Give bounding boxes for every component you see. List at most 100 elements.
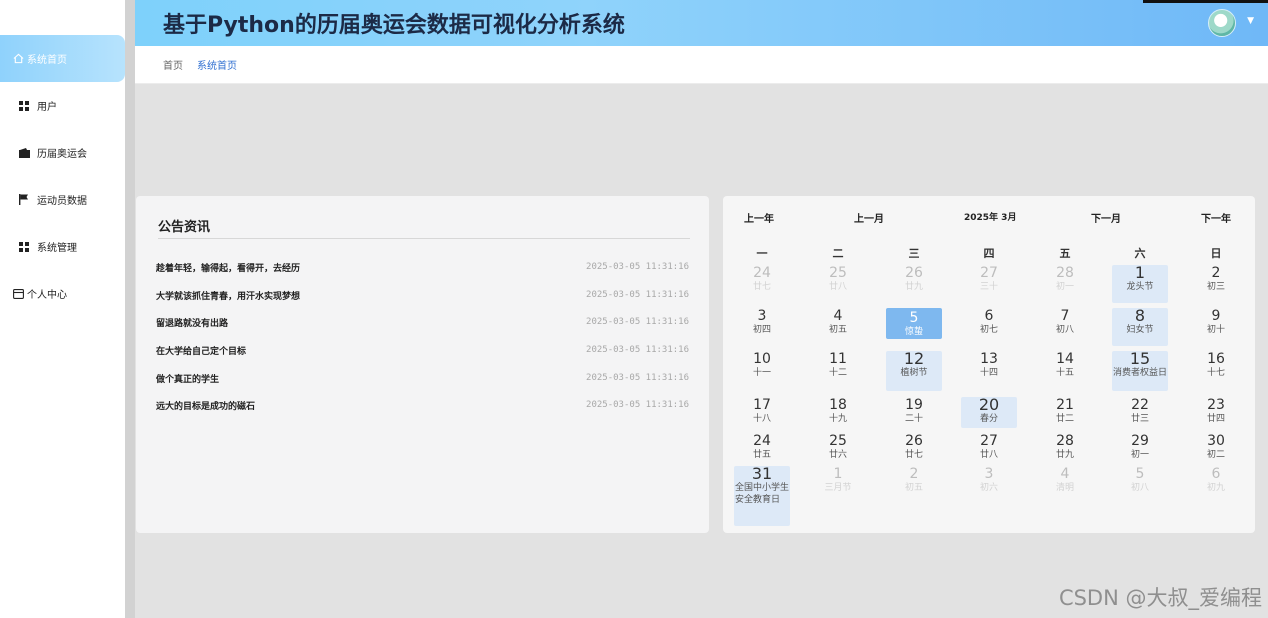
calendar-day[interactable]: 9 初十 xyxy=(1188,308,1244,338)
calendar-day[interactable]: 3 初六 xyxy=(961,466,1017,496)
calendar-day-number: 26 xyxy=(905,433,923,449)
calendar-day-lunar: 廿四 xyxy=(1206,414,1225,424)
calendar-day[interactable]: 20 春分 xyxy=(961,397,1017,428)
calendar-day-lunar: 消费者权益日 xyxy=(1113,368,1168,378)
notice-item[interactable]: 做个真正的学生 2025-03-05 11:31:16 xyxy=(156,368,689,388)
calendar-weekday: 日 xyxy=(1210,247,1222,260)
calendar-day[interactable]: 2 初五 xyxy=(886,466,942,496)
calendar-day[interactable]: 15 消费者权益日 xyxy=(1112,351,1168,391)
calendar-day[interactable]: 24 廿五 xyxy=(734,433,790,463)
breadcrumb-home[interactable]: 首页 xyxy=(163,57,183,72)
watermark: CSDN @大叔_爱编程 xyxy=(1058,586,1262,610)
calendar-day[interactable]: 27 廿八 xyxy=(961,433,1017,463)
calendar-day[interactable]: 6 初七 xyxy=(961,308,1017,338)
calendar-day[interactable]: 5 惊蛰 xyxy=(886,308,942,339)
calendar-day[interactable]: 6 初九 xyxy=(1188,466,1244,496)
calendar-day[interactable]: 4 清明 xyxy=(1037,466,1093,496)
calendar-day[interactable]: 17 十八 xyxy=(734,397,790,427)
calendar-day-lunar: 初六 xyxy=(979,483,998,493)
calendar-weekday: 六 xyxy=(1134,247,1146,260)
calendar-day[interactable]: 21 廿二 xyxy=(1037,397,1093,427)
calendar-day[interactable]: 25 廿六 xyxy=(810,433,866,463)
notice-item[interactable]: 远大的目标是成功的磁石 2025-03-05 11:31:16 xyxy=(156,395,689,415)
calendar-day-lunar: 廿八 xyxy=(979,450,998,460)
calendar-day-number: 13 xyxy=(980,351,998,367)
calendar-day-lunar: 初五 xyxy=(828,325,847,335)
calendar-day[interactable]: 26 廿九 xyxy=(886,265,942,295)
notice-item[interactable]: 在大学给自己定个目标 2025-03-05 11:31:16 xyxy=(156,340,689,360)
calendar-day[interactable]: 11 十二 xyxy=(810,351,866,381)
notice-item[interactable]: 留退路就没有出路 2025-03-05 11:31:16 xyxy=(156,312,689,332)
avatar[interactable] xyxy=(1208,9,1236,37)
calendar-day[interactable]: 16 十七 xyxy=(1188,351,1244,381)
calendar-day-number: 25 xyxy=(829,433,847,449)
calendar-day-number: 8 xyxy=(1134,306,1146,325)
calendar-day-lunar: 十一 xyxy=(752,368,771,378)
sidebar-item-athletes[interactable]: 运动员数据 xyxy=(0,176,125,223)
chevron-down-icon[interactable]: ▼ xyxy=(1247,16,1254,26)
notice-item-title: 大学就该抓住青春，用汗水实现梦想 xyxy=(156,291,301,302)
calendar-day[interactable]: 28 廿九 xyxy=(1037,433,1093,463)
calendar-day[interactable]: 22 廿三 xyxy=(1112,397,1168,427)
grid-icon xyxy=(18,100,30,112)
sidebar-item-profile[interactable]: 个人中心 xyxy=(0,270,125,317)
notice-item-date: 2025-03-05 11:31:16 xyxy=(586,345,689,355)
calendar-day-lunar: 廿二 xyxy=(1055,414,1074,424)
sidebar-item-label: 运动员数据 xyxy=(37,196,87,207)
calendar-day-number: 18 xyxy=(829,397,847,413)
calendar-day[interactable]: 27 三十 xyxy=(961,265,1017,295)
notice-item-title: 在大学给自己定个目标 xyxy=(156,346,247,357)
calendar-day-number: 28 xyxy=(1056,265,1074,281)
calendar-day[interactable]: 29 初一 xyxy=(1112,433,1168,463)
calendar-day[interactable]: 12 植树节 xyxy=(886,351,942,391)
calendar-day[interactable]: 30 初二 xyxy=(1188,433,1244,463)
next-month-button[interactable]: 下一月 xyxy=(1091,210,1121,225)
calendar-day[interactable]: 1 三月节 xyxy=(810,466,866,496)
calendar-day-lunar: 春分 xyxy=(979,414,998,424)
sidebar-item-home[interactable]: 系统首页 xyxy=(0,35,125,82)
calendar-day[interactable]: 3 初四 xyxy=(734,308,790,338)
calendar-day[interactable]: 19 二十 xyxy=(886,397,942,427)
calendar-day[interactable]: 18 十九 xyxy=(810,397,866,427)
calendar-day[interactable]: 28 初一 xyxy=(1037,265,1093,295)
calendar-day-lunar: 初一 xyxy=(1055,282,1074,292)
notice-item[interactable]: 大学就该抓住青春，用汗水实现梦想 2025-03-05 11:31:16 xyxy=(156,285,689,305)
calendar-day-number: 3 xyxy=(757,308,767,324)
calendar-day-lunar: 惊蛰 xyxy=(904,327,923,337)
calendar-day-lunar: 龙头节 xyxy=(1126,282,1154,292)
calendar-day-number: 1 xyxy=(1134,263,1146,282)
calendar-day[interactable]: 8 妇女节 xyxy=(1112,308,1168,346)
next-year-button[interactable]: 下一年 xyxy=(1201,210,1231,225)
calendar-day[interactable]: 13 十四 xyxy=(961,351,1017,381)
calendar-day[interactable]: 1 龙头节 xyxy=(1112,265,1168,303)
calendar-day-lunar: 廿六 xyxy=(828,450,847,460)
calendar-day-lunar: 十二 xyxy=(828,368,847,378)
calendar-day-number: 3 xyxy=(984,466,994,482)
calendar-day-number: 4 xyxy=(833,308,843,324)
calendar-day-lunar: 廿八 xyxy=(828,282,847,292)
prev-month-button[interactable]: 上一月 xyxy=(854,210,884,225)
calendar-day[interactable]: 23 廿四 xyxy=(1188,397,1244,427)
calendar-day-lunar: 十四 xyxy=(979,368,998,378)
calendar-day[interactable]: 7 初八 xyxy=(1037,308,1093,338)
prev-year-button[interactable]: 上一年 xyxy=(744,210,774,225)
sidebar-item-system[interactable]: 系统管理 xyxy=(0,223,125,270)
calendar-day[interactable]: 5 初八 xyxy=(1112,466,1168,496)
calendar-day[interactable]: 2 初三 xyxy=(1188,265,1244,295)
calendar-day[interactable]: 10 十一 xyxy=(734,351,790,381)
calendar-day-lunar: 初八 xyxy=(1055,325,1074,335)
calendar-weekday: 四 xyxy=(983,247,995,260)
calendar-day[interactable]: 14 十五 xyxy=(1037,351,1093,381)
notice-item[interactable]: 趁着年轻，输得起，看得开，去经历 2025-03-05 11:31:16 xyxy=(156,257,689,277)
calendar-day-lunar: 初四 xyxy=(752,325,771,335)
calendar-day-lunar: 初十 xyxy=(1206,325,1225,335)
calendar-day[interactable]: 26 廿七 xyxy=(886,433,942,463)
notice-item-date: 2025-03-05 11:31:16 xyxy=(586,262,689,272)
sidebar-item-olympics[interactable]: 历届奥运会 xyxy=(0,129,125,176)
calendar-day-number: 17 xyxy=(753,397,771,413)
calendar-day[interactable]: 25 廿八 xyxy=(810,265,866,295)
sidebar-item-users[interactable]: 用户 xyxy=(0,82,125,129)
calendar-day[interactable]: 4 初五 xyxy=(810,308,866,338)
calendar-day[interactable]: 31 全国中小学生安全教育日 xyxy=(734,466,790,526)
calendar-day[interactable]: 24 廿七 xyxy=(734,265,790,295)
